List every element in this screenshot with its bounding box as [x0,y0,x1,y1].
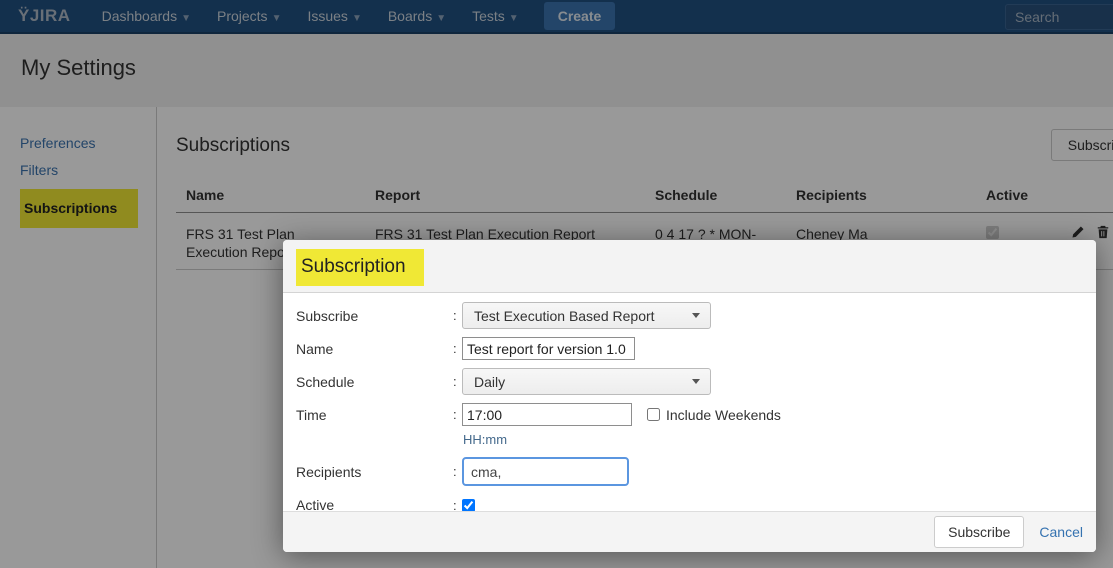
chevron-down-icon [692,313,700,318]
recipients-field-label: Recipients [296,464,453,480]
subscribe-field-label: Subscribe [296,308,453,324]
dialog-subscribe-button[interactable]: Subscribe [934,516,1024,548]
include-weekends-option[interactable]: Include Weekends [647,407,781,423]
dialog-body: Subscribe : Test Execution Based Report … [283,293,1096,513]
include-weekends-checkbox[interactable] [647,408,660,421]
schedule-select[interactable]: Daily [462,368,711,395]
include-weekends-label: Include Weekends [666,407,781,423]
recipients-field[interactable] [462,457,629,486]
field-row-name: Name : [296,337,1096,360]
dialog-title: Subscription [296,249,424,286]
dialog-footer: Subscribe Cancel [283,511,1096,552]
dialog-header: Subscription [283,240,1096,293]
active-checkbox[interactable] [462,499,475,512]
field-row-subscribe: Subscribe : Test Execution Based Report [296,302,1096,329]
report-type-selected-value: Test Execution Based Report [474,308,655,324]
cancel-link[interactable]: Cancel [1039,524,1083,540]
time-format-hint: HH:mm [463,432,1096,447]
schedule-selected-value: Daily [474,374,505,390]
chevron-down-icon [692,379,700,384]
report-type-select[interactable]: Test Execution Based Report [462,302,711,329]
subscription-dialog: Subscription Subscribe : Test Execution … [283,240,1096,552]
name-field-label: Name [296,341,453,357]
time-field-label: Time [296,407,453,423]
field-row-time: Time : Include Weekends [296,403,1096,426]
name-field[interactable] [462,337,635,360]
time-field[interactable] [462,403,632,426]
schedule-field-label: Schedule [296,374,453,390]
field-row-recipients: Recipients : [296,457,1096,486]
field-row-schedule: Schedule : Daily [296,368,1096,395]
